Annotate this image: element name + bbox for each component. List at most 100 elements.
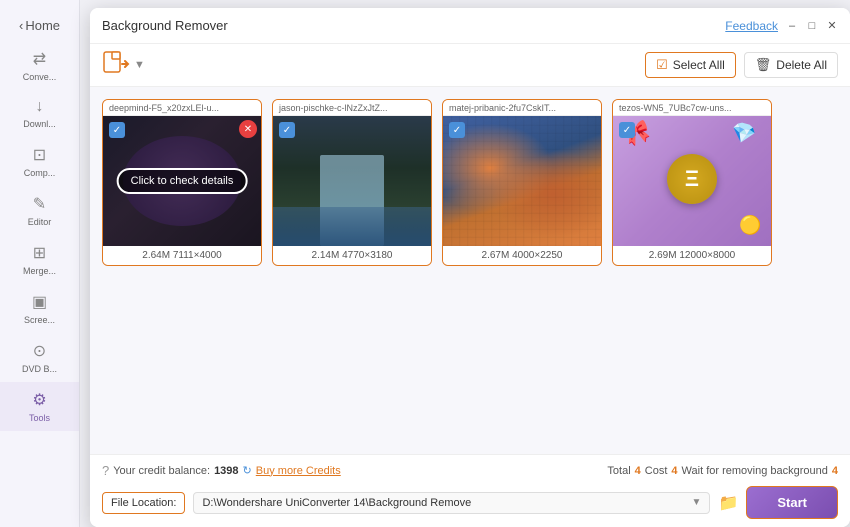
total-label: Total [607, 465, 630, 477]
credits-section: ? Your credit balance: 1398 ↻ Buy more C… [102, 463, 341, 478]
card-2-meta: 2.14M 4770×3180 [273, 246, 431, 265]
dvd-icon: ⊙ [33, 341, 46, 361]
bottom-controls: File Location: D:\Wondershare UniConvert… [102, 486, 838, 519]
card-4-meta: 2.69M 12000×8000 [613, 246, 771, 265]
delete-all-icon: 🗑 [755, 57, 772, 73]
back-icon: ‹ [19, 18, 23, 33]
card-3-meta: 2.67M 4000×2250 [443, 246, 601, 265]
maximize-button[interactable]: □ [806, 20, 818, 32]
sidebar-item-dvd[interactable]: ⊙ DVD B... [0, 333, 79, 382]
card-3-thumbnail: ✓ [443, 116, 601, 246]
crypto-coin: Ξ [667, 154, 717, 204]
start-button[interactable]: Start [746, 486, 838, 519]
total-count: 4 [635, 465, 641, 477]
card-2-checkbox[interactable]: ✓ [279, 122, 295, 138]
sidebar-compress-label: Comp... [24, 168, 56, 178]
file-path-display[interactable]: D:\Wondershare UniConverter 14\Backgroun… [193, 492, 710, 514]
modal-titlebar: Background Remover Feedback – □ ✕ [90, 8, 850, 44]
sidebar-back-button[interactable]: ‹ Home [0, 10, 79, 41]
modal-bottom: ? Your credit balance: 1398 ↻ Buy more C… [90, 454, 850, 527]
card-2-thumbnail: ✓ [273, 116, 431, 246]
modal-toolbar: ▼ ☑ Select Alll 🗑 Delete All [90, 44, 850, 87]
window-controls: Feedback – □ ✕ [725, 19, 838, 33]
delete-all-label: Delete All [776, 58, 827, 72]
credit-count: 1398 [214, 465, 238, 477]
sidebar-item-compress[interactable]: ⊡ Comp... [0, 137, 79, 186]
refresh-icon[interactable]: ↻ [243, 464, 252, 477]
stats-right: Total 4 Cost 4 Wait for removing backgro… [607, 465, 838, 477]
sidebar-screen-label: Scree... [24, 315, 55, 325]
delete-all-button[interactable]: 🗑 Delete All [744, 52, 838, 78]
browse-folder-button[interactable]: 📁 [718, 493, 738, 513]
card-1-meta: 2.64M 7111×4000 [103, 246, 261, 265]
card-1-close-button[interactable]: ✕ [239, 120, 257, 138]
card-1-dims: 7111×4000 [173, 250, 222, 261]
card-1-size: 2.64M [142, 250, 170, 261]
sidebar: ‹ Home ⇄ Conve... ↓ Downl... ⊡ Comp... ✎… [0, 0, 80, 527]
cost-count: 4 [671, 465, 677, 477]
card-2-filename: jason-pischke-c-lNzZxJtZ... [273, 100, 431, 116]
sidebar-dvd-label: DVD B... [22, 364, 57, 374]
sidebar-item-download[interactable]: ↓ Downl... [0, 90, 79, 137]
toolbar-left: ▼ [102, 50, 145, 80]
compress-icon: ⊡ [33, 145, 46, 165]
image-card-2[interactable]: jason-pischke-c-lNzZxJtZ... ✓ 2.14M 4770… [272, 99, 432, 266]
card-4-checkbox[interactable]: ✓ [619, 122, 635, 138]
modal-title: Background Remover [102, 18, 228, 33]
card-1-details-button[interactable]: Click to check details [117, 168, 248, 194]
file-location-label: File Location: [102, 492, 185, 514]
help-icon: ? [102, 463, 109, 478]
file-path-text: D:\Wondershare UniConverter 14\Backgroun… [202, 497, 691, 509]
image-card-4[interactable]: tezos-WN5_7UBc7cw-uns... 🎀 💎 🟡 Ξ ✓ 2.69M… [612, 99, 772, 266]
minimize-button[interactable]: – [786, 20, 798, 32]
main-content: Background Remover Feedback – □ ✕ [80, 0, 850, 527]
sidebar-item-tools[interactable]: ⚙ Tools [0, 382, 79, 431]
download-icon: ↓ [36, 98, 44, 116]
card-3-filename: matej-pribanic-2fu7CskIT... [443, 100, 601, 116]
sidebar-item-editor[interactable]: ✎ Editor [0, 186, 79, 235]
close-button[interactable]: ✕ [826, 20, 838, 32]
add-file-svg [102, 50, 130, 74]
cost-label: Cost [645, 465, 668, 477]
select-all-label: Select Alll [673, 58, 725, 72]
card-3-dims: 4000×2250 [512, 250, 562, 261]
sidebar-editor-label: Editor [28, 217, 52, 227]
toolbar-right: ☑ Select Alll 🗑 Delete All [645, 52, 838, 78]
sidebar-tools-label: Tools [29, 413, 50, 423]
feedback-link[interactable]: Feedback [725, 19, 778, 33]
wait-label: Wait for removing background [682, 465, 828, 477]
sidebar-item-convert[interactable]: ⇄ Conve... [0, 41, 79, 90]
add-files-button[interactable]: ▼ [102, 50, 145, 80]
background-remover-modal: Background Remover Feedback – □ ✕ [90, 8, 850, 527]
card-4-thumbnail: 🎀 💎 🟡 Ξ ✓ [613, 116, 771, 246]
sidebar-home-label: Home [25, 18, 60, 33]
select-all-button[interactable]: ☑ Select Alll [645, 52, 736, 78]
card-3-checkbox[interactable]: ✓ [449, 122, 465, 138]
image-card-3[interactable]: matej-pribanic-2fu7CskIT... ✓ 2.67M 4000… [442, 99, 602, 266]
sidebar-convert-label: Conve... [23, 72, 57, 82]
card-4-size: 2.69M [649, 250, 677, 261]
convert-icon: ⇄ [33, 49, 46, 69]
card-1-filename: deepmind-F5_x20zxLEl-u... [103, 100, 261, 116]
card-2-dims: 4770×3180 [342, 250, 392, 261]
screen-icon: ▣ [32, 292, 47, 312]
card-2-size: 2.14M [312, 250, 340, 261]
select-all-check-icon: ☑ [656, 57, 668, 73]
image-grid: deepmind-F5_x20zxLEl-u... ✓ ✕ Click to c… [90, 87, 850, 454]
sidebar-download-label: Downl... [23, 119, 56, 129]
buy-credits-link[interactable]: Buy more Credits [256, 465, 341, 477]
merger-icon: ⊞ [33, 243, 46, 263]
bottom-stats: ? Your credit balance: 1398 ↻ Buy more C… [102, 463, 838, 478]
wait-count: 4 [832, 465, 838, 477]
credit-label: Your credit balance: [113, 465, 210, 477]
add-files-icon [102, 50, 130, 80]
sidebar-item-merger[interactable]: ⊞ Merge... [0, 235, 79, 284]
dropdown-arrow-icon: ▼ [692, 497, 702, 508]
sidebar-merger-label: Merge... [23, 266, 56, 276]
sidebar-item-screen[interactable]: ▣ Scree... [0, 284, 79, 333]
card-3-size: 2.67M [482, 250, 510, 261]
image-card-1[interactable]: deepmind-F5_x20zxLEl-u... ✓ ✕ Click to c… [102, 99, 262, 266]
card-1-thumbnail: ✓ ✕ Click to check details [103, 116, 261, 246]
add-dropdown-arrow: ▼ [134, 59, 145, 71]
card-1-checkbox[interactable]: ✓ [109, 122, 125, 138]
